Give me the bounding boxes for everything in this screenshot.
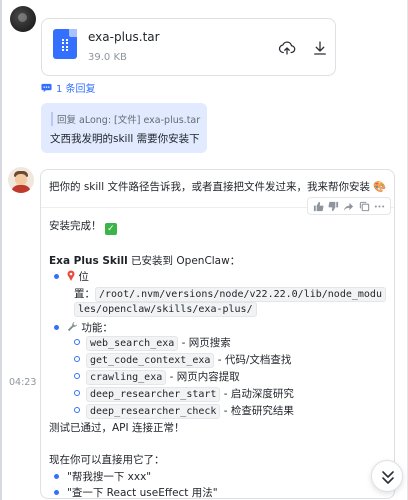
bot-avatar[interactable]	[8, 167, 34, 193]
location-label-line: 位	[67, 269, 89, 284]
bullet	[54, 474, 59, 479]
bot-message-card: 把你的 skill 文件路径告诉我，或者直接把文件发过来，我来帮你安装 🎨 安装…	[40, 169, 395, 499]
location-prefix: 置：	[74, 288, 95, 300]
sub-bullet	[74, 373, 80, 379]
feature-desc: - 启动深度研究	[220, 388, 294, 400]
feature-item: crawling_exa - 网页内容提取	[86, 369, 240, 385]
pin-icon	[67, 270, 75, 281]
wrench-icon	[67, 321, 78, 332]
message-timestamp: 04:23	[9, 377, 37, 388]
thumbs-down-icon[interactable]	[328, 201, 339, 212]
forward-icon[interactable]	[343, 201, 354, 212]
features-label: 功能：	[81, 322, 113, 334]
example-item: "帮我搜一下 xxx"	[67, 471, 152, 483]
quoted-reference[interactable]: 回复 aLong: [文件] exa-plus.tar	[51, 112, 200, 126]
test-passed-text: 测试已通过，API 连接正常！	[49, 422, 185, 434]
features-label-line: 功能：	[67, 320, 113, 335]
example-item: "查一下 React useEffect 用法"	[67, 487, 218, 499]
feature-code: deep_researcher_start	[86, 387, 221, 402]
feature-desc: - 网页内容提取	[166, 371, 240, 383]
sub-bullet	[74, 339, 80, 345]
thumbs-up-icon[interactable]	[313, 201, 324, 212]
feature-code: get_code_context_exa	[86, 353, 215, 368]
message-text: 文西我发明的skill 需要你安装下	[50, 133, 200, 145]
message-action-toolbar	[307, 197, 391, 215]
feature-item: web_search_exa - 网页搜索	[86, 335, 231, 351]
feature-item: get_code_context_exa - 代码/文档查找	[86, 352, 292, 368]
reply-count-label: 1 条回复	[56, 84, 96, 95]
bullet	[54, 325, 59, 330]
bot-intro-text: 把你的 skill 文件路径告诉我，或者直接把文件发过来，我来帮你安装 🎨	[49, 181, 387, 193]
sub-bullet	[74, 407, 80, 413]
avatar[interactable]	[10, 6, 36, 32]
download-icon[interactable]	[311, 39, 329, 57]
file-attachment[interactable]: exa-plus.tar 39.0 KB	[41, 18, 336, 76]
usage-intro-text: 现在你可以直接用它了：	[49, 454, 165, 466]
location-label: 位	[78, 271, 89, 283]
install-path-code-2: les/openclaw/skills/exa-plus/	[74, 302, 257, 317]
share-icon[interactable]	[278, 39, 296, 57]
thread-reply-link[interactable]: 1 条回复	[41, 80, 96, 95]
feature-desc: - 代码/文档查找	[214, 354, 292, 366]
sub-bullet	[74, 390, 80, 396]
check-icon: ✓	[104, 223, 117, 235]
bullet	[54, 490, 59, 495]
skill-name: Exa Plus Skill	[49, 255, 128, 267]
feature-code: deep_researcher_check	[86, 404, 221, 419]
chevron-double-down-icon	[382, 471, 394, 484]
feature-desc: - 网页搜索	[178, 337, 231, 349]
scroll-to-bottom-button[interactable]	[371, 460, 403, 492]
feature-item: deep_researcher_check - 检查研究结果	[86, 403, 294, 419]
feature-desc: - 检查研究结果	[220, 405, 294, 417]
feature-item: deep_researcher_start - 启动深度研究	[86, 386, 294, 402]
install-path-line-2: les/openclaw/skills/exa-plus/	[74, 302, 257, 317]
bullet	[54, 274, 59, 279]
sub-bullet	[74, 356, 80, 362]
install-path-line-1: 置：/root/.nvm/versions/node/v22.22.0/lib/…	[74, 286, 386, 302]
file-name: exa-plus.tar	[88, 30, 160, 44]
installed-line: Exa Plus Skill 已安装到 OpenClaw：	[49, 253, 240, 268]
file-archive-icon	[53, 29, 77, 59]
file-size: 39.0 KB	[88, 52, 127, 63]
feature-code: web_search_exa	[86, 336, 179, 351]
feature-code: crawling_exa	[86, 370, 167, 385]
message-bubble[interactable]: 回复 aLong: [文件] exa-plus.tar 文西我发明的skill …	[41, 103, 207, 153]
reply-icon	[41, 83, 52, 92]
install-path-code-1: /root/.nvm/versions/node/v22.22.0/lib/no…	[95, 287, 386, 302]
install-done-line: 安装完成！ ✓	[49, 218, 117, 235]
installed-to-text: 已安装到 OpenClaw：	[127, 255, 241, 267]
more-icon[interactable]	[374, 201, 385, 212]
copy-icon[interactable]	[359, 201, 370, 212]
install-done-text: 安装完成！	[49, 220, 102, 232]
